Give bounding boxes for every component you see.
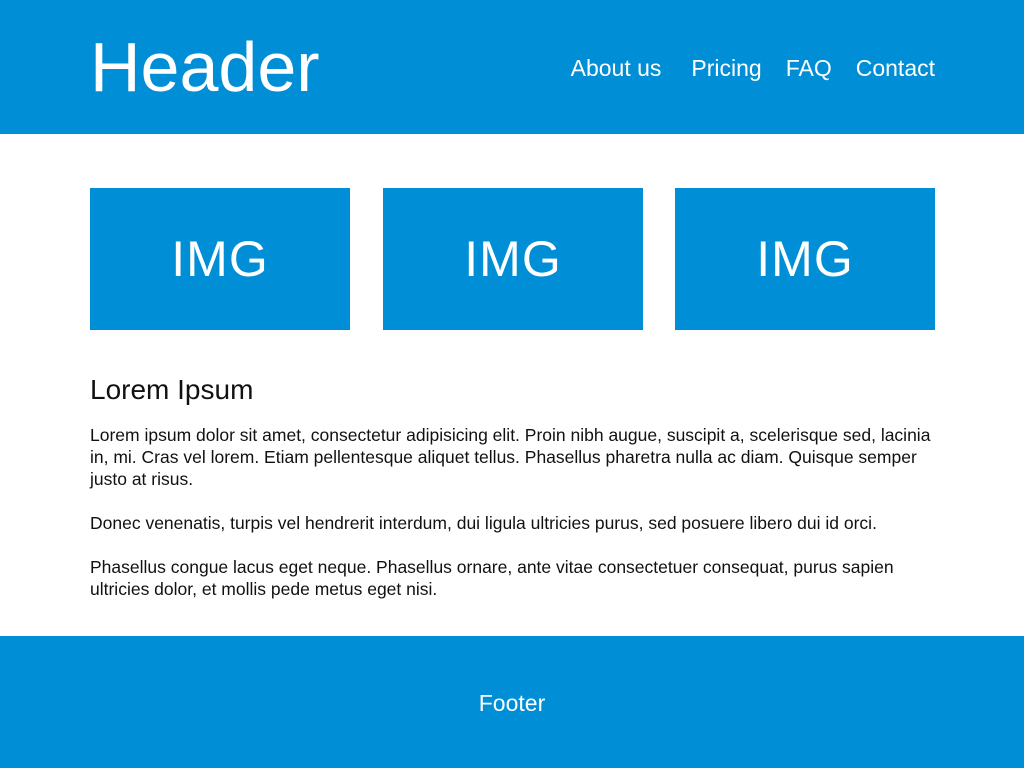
main-navigation: About us Pricing FAQ Contact	[571, 52, 935, 84]
footer-label: Footer	[478, 690, 546, 716]
image-placeholder-1: IMG	[90, 188, 350, 330]
nav-link-pricing[interactable]: Pricing	[691, 52, 761, 84]
site-header: Header About us Pricing FAQ Contact	[0, 0, 1024, 134]
nav-link-about-us[interactable]: About us	[571, 52, 662, 84]
image-placeholder-3: IMG	[675, 188, 935, 330]
image-placeholder-2: IMG	[383, 188, 643, 330]
image-placeholder-label-1: IMG	[171, 231, 269, 287]
nav-link-faq[interactable]: FAQ	[786, 52, 832, 84]
content-title: Lorem Ipsum	[90, 374, 254, 405]
content-paragraph-1: Lorem ipsum dolor sit amet, consectetur …	[90, 425, 931, 489]
image-placeholder-label-2: IMG	[464, 231, 562, 287]
nav-link-contact[interactable]: Contact	[856, 52, 935, 84]
main-content: Lorem Ipsum Lorem ipsum dolor sit amet, …	[90, 372, 935, 622]
content-paragraph-3: Phasellus congue lacus eget neque. Phase…	[90, 557, 894, 599]
header-title: Header	[90, 28, 320, 106]
image-placeholder-row: IMG IMG IMG	[90, 188, 935, 330]
content-paragraph-2: Donec venenatis, turpis vel hendrerit in…	[90, 513, 877, 533]
image-placeholder-label-3: IMG	[756, 231, 854, 287]
site-footer: Footer	[0, 636, 1024, 768]
